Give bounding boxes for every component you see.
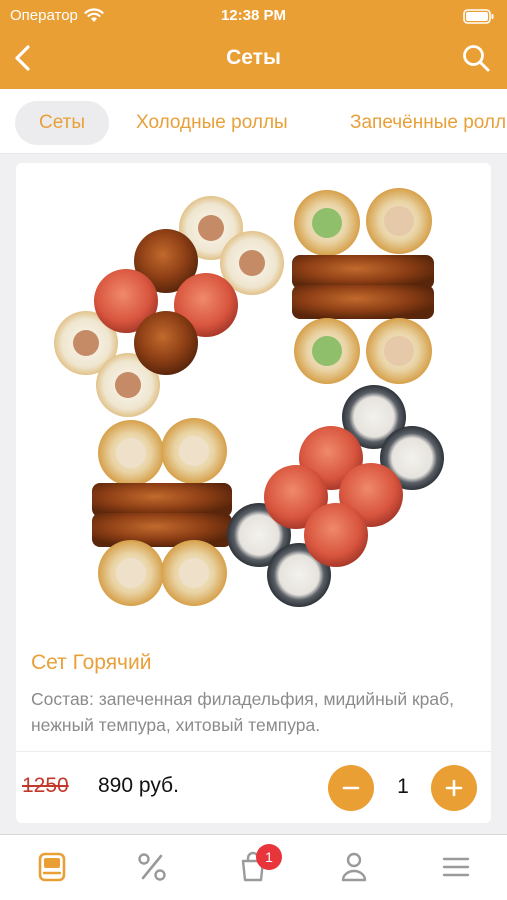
product-card[interactable]: Сет Горячий Состав: запеченная филадельф… bbox=[16, 163, 491, 823]
divider bbox=[16, 751, 491, 752]
increase-quantity-button[interactable] bbox=[431, 765, 477, 811]
nav-bar: Сеты bbox=[0, 32, 507, 89]
page-title: Сеты bbox=[226, 46, 281, 69]
tab-cold-rolls[interactable]: Холодные роллы bbox=[136, 101, 288, 145]
sushi-group-2 bbox=[292, 188, 434, 384]
cart-badge: 1 bbox=[256, 844, 282, 870]
minus-icon bbox=[342, 786, 360, 790]
menu-icon[interactable] bbox=[34, 849, 70, 885]
plus-icon bbox=[445, 779, 463, 797]
sushi-group-1 bbox=[54, 196, 284, 417]
search-icon[interactable] bbox=[461, 43, 491, 73]
status-time: 12:38 PM bbox=[220, 7, 287, 24]
profile-icon[interactable] bbox=[336, 849, 372, 885]
product-image bbox=[16, 163, 491, 643]
battery-icon bbox=[463, 9, 494, 24]
decrease-quantity-button[interactable] bbox=[328, 765, 374, 811]
product-title: Сет Горячий bbox=[31, 651, 152, 674]
status-bar: Оператор 12:38 PM bbox=[0, 0, 507, 32]
tab-sets[interactable]: Сеты bbox=[15, 101, 110, 145]
product-description: Состав: запеченная филадельфия, мидийный… bbox=[31, 689, 454, 735]
sushi-group-3 bbox=[92, 418, 232, 606]
price: 890 руб. bbox=[98, 774, 179, 797]
old-price: 1250 bbox=[22, 774, 69, 797]
sushi-group-4 bbox=[227, 385, 444, 607]
percent-icon[interactable] bbox=[134, 849, 170, 885]
tab-baked-rolls[interactable]: Запечённые роллы bbox=[350, 101, 507, 145]
category-tabs: Сеты Холодные роллы Запечённые роллы bbox=[0, 89, 507, 154]
header: Оператор 12:38 PM Сеты bbox=[0, 0, 507, 89]
bottom-tab-bar: 1 bbox=[0, 834, 507, 900]
quantity-value: 1 bbox=[397, 775, 409, 798]
hamburger-icon[interactable] bbox=[438, 849, 474, 885]
